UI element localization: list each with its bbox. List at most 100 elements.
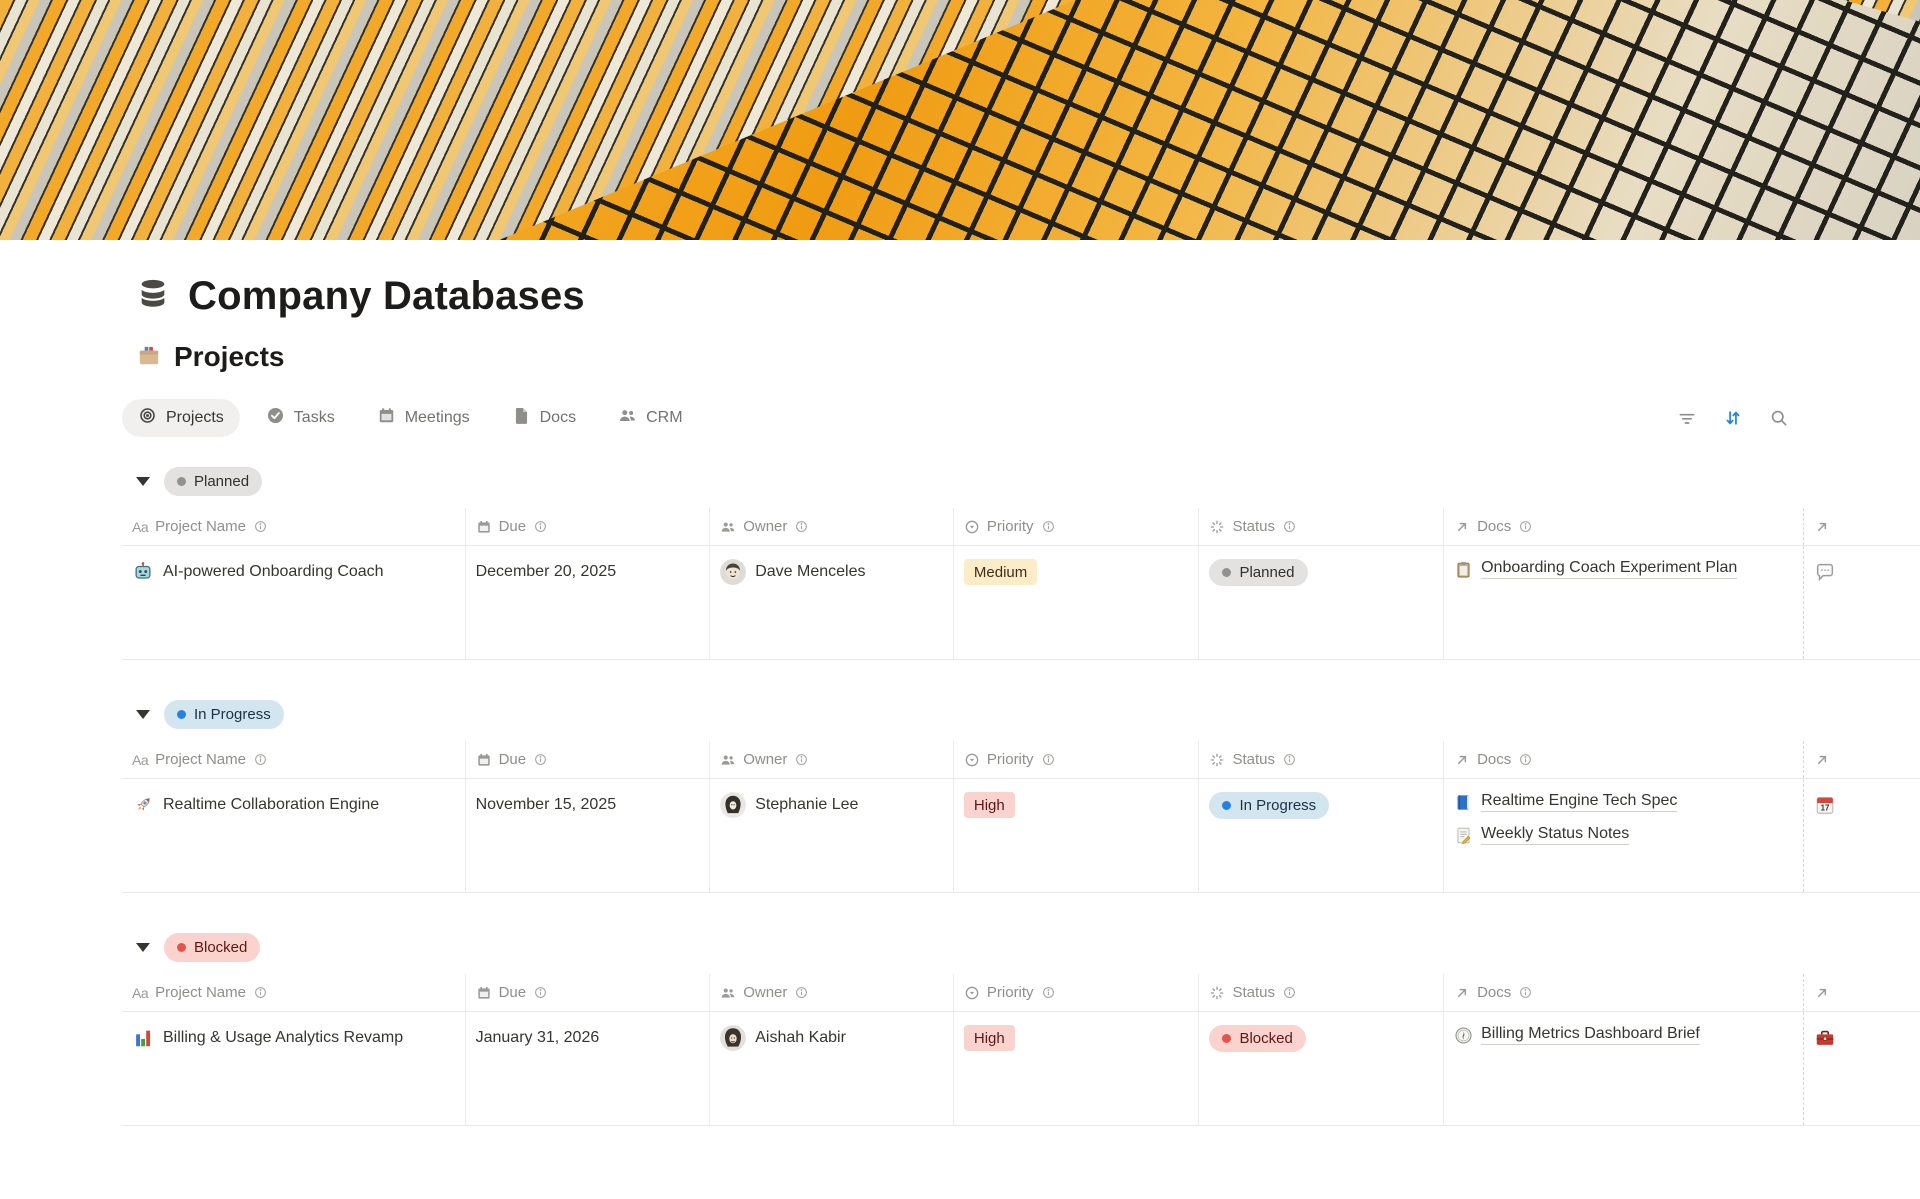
tab-label: Projects — [166, 409, 224, 427]
column-header-priority[interactable]: Priority — [953, 508, 1199, 545]
rocket-icon — [132, 794, 154, 816]
document-icon — [512, 406, 531, 430]
column-header-status[interactable]: Status — [1198, 741, 1443, 778]
info-icon — [1519, 520, 1532, 533]
doc-link[interactable]: Realtime Engine Tech Spec — [1454, 792, 1677, 812]
status-pill[interactable]: Blocked — [1209, 1025, 1305, 1052]
table-row[interactable]: Realtime Collaboration Engine November 1… — [122, 779, 1920, 893]
view-tabs-bar: Projects Tasks — [122, 399, 1920, 437]
due-date[interactable]: November 15, 2025 — [476, 796, 617, 814]
status-spinner-icon — [1209, 752, 1225, 768]
collapse-triangle-icon[interactable] — [136, 477, 150, 486]
owner-name[interactable]: Stephanie Lee — [755, 796, 858, 814]
people-icon — [618, 406, 637, 430]
status-pill[interactable]: Planned — [1209, 559, 1307, 586]
status-dot — [177, 943, 186, 952]
calendar-icon — [377, 406, 396, 430]
project-name-link[interactable]: Realtime Collaboration Engine — [163, 796, 379, 814]
calendar-icon — [476, 752, 492, 768]
column-header-docs[interactable]: Docs — [1443, 508, 1803, 545]
group-pill-in-progress[interactable]: In Progress — [164, 700, 284, 729]
group-pill-planned[interactable]: Planned — [164, 467, 262, 496]
group-planned: Planned Aa Project Name Due Owner Prior — [122, 461, 1920, 660]
column-header-owner[interactable]: Owner — [709, 508, 953, 545]
group-in-progress: In Progress Aa Project Name Due Owner P — [122, 694, 1920, 893]
sort-icon[interactable] — [1722, 407, 1744, 429]
column-header-cutoff[interactable] — [1803, 974, 1920, 1011]
relation-arrow-icon — [1454, 752, 1470, 768]
column-header-project-name[interactable]: Aa Project Name — [122, 508, 465, 545]
column-header-priority[interactable]: Priority — [953, 741, 1199, 778]
column-header-owner[interactable]: Owner — [709, 741, 953, 778]
column-header-owner[interactable]: Owner — [709, 974, 953, 1011]
column-header-cutoff[interactable] — [1803, 741, 1920, 778]
tab-label: CRM — [646, 409, 682, 427]
info-icon — [1519, 986, 1532, 999]
tab-docs[interactable]: Docs — [496, 399, 592, 437]
robot-icon — [132, 561, 154, 583]
tab-crm[interactable]: CRM — [602, 399, 698, 437]
status-spinner-icon — [1209, 985, 1225, 1001]
doc-link[interactable]: Billing Metrics Dashboard Brief — [1454, 1025, 1700, 1045]
calendar-icon — [476, 985, 492, 1001]
doc-link[interactable]: Weekly Status Notes — [1454, 825, 1677, 845]
tab-meetings[interactable]: Meetings — [361, 399, 486, 437]
blue-book-icon — [1454, 793, 1473, 812]
column-header-due[interactable]: Due — [465, 508, 710, 545]
collapse-triangle-icon[interactable] — [136, 710, 150, 719]
column-header-status[interactable]: Status — [1198, 974, 1443, 1011]
group-label: In Progress — [194, 706, 271, 723]
info-icon — [254, 986, 267, 999]
info-icon — [254, 753, 267, 766]
table-header: Aa Project Name Due Owner Priority — [122, 741, 1920, 779]
comment-bubble-icon[interactable] — [1814, 561, 1836, 583]
status-pill[interactable]: In Progress — [1209, 792, 1329, 819]
priority-badge[interactable]: High — [964, 1025, 1015, 1051]
filter-icon[interactable] — [1676, 407, 1698, 429]
project-name-link[interactable]: AI-powered Onboarding Coach — [163, 563, 384, 581]
memo-icon — [1454, 826, 1473, 845]
collapse-triangle-icon[interactable] — [136, 943, 150, 952]
doc-link[interactable]: Onboarding Coach Experiment Plan — [1454, 559, 1737, 579]
owner-name[interactable]: Dave Menceles — [755, 563, 865, 581]
due-date[interactable]: December 20, 2025 — [476, 563, 617, 581]
column-header-due[interactable]: Due — [465, 974, 710, 1011]
group-blocked: Blocked Aa Project Name Due Owner Prior — [122, 927, 1920, 1126]
info-icon — [1042, 520, 1055, 533]
table-row[interactable]: Billing & Usage Analytics Revamp January… — [122, 1012, 1920, 1126]
column-header-project-name[interactable]: Aa Project Name — [122, 741, 465, 778]
relation-arrow-icon — [1814, 519, 1830, 535]
column-header-status[interactable]: Status — [1198, 508, 1443, 545]
group-label: Blocked — [194, 939, 247, 956]
column-header-project-name[interactable]: Aa Project Name — [122, 974, 465, 1011]
info-icon — [1283, 520, 1296, 533]
project-name-link[interactable]: Billing & Usage Analytics Revamp — [163, 1029, 403, 1047]
relation-arrow-icon — [1814, 752, 1830, 768]
people-icon — [720, 519, 736, 535]
table-row[interactable]: AI-powered Onboarding Coach December 20,… — [122, 546, 1920, 660]
toolbox-icon[interactable] — [1814, 1027, 1836, 1049]
priority-badge[interactable]: High — [964, 792, 1015, 818]
tab-tasks[interactable]: Tasks — [250, 399, 351, 437]
column-header-docs[interactable]: Docs — [1443, 741, 1803, 778]
calendar-17-icon[interactable]: 17 — [1814, 794, 1836, 816]
column-header-priority[interactable]: Priority — [953, 974, 1199, 1011]
bar-chart-icon — [132, 1027, 154, 1049]
people-icon — [720, 985, 736, 1001]
tab-label: Tasks — [294, 409, 335, 427]
column-header-cutoff[interactable] — [1803, 508, 1920, 545]
select-circle-icon — [964, 519, 980, 535]
info-icon — [795, 986, 808, 999]
due-date[interactable]: January 31, 2026 — [476, 1029, 600, 1047]
column-header-due[interactable]: Due — [465, 741, 710, 778]
priority-badge[interactable]: Medium — [964, 559, 1037, 585]
search-icon[interactable] — [1768, 407, 1790, 429]
tab-label: Meetings — [405, 409, 470, 427]
compass-icon — [1454, 1026, 1473, 1045]
owner-name[interactable]: Aishah Kabir — [755, 1029, 846, 1047]
column-header-docs[interactable]: Docs — [1443, 974, 1803, 1011]
group-pill-blocked[interactable]: Blocked — [164, 933, 260, 962]
target-icon — [138, 406, 157, 430]
avatar — [720, 559, 746, 585]
tab-projects[interactable]: Projects — [122, 399, 240, 437]
